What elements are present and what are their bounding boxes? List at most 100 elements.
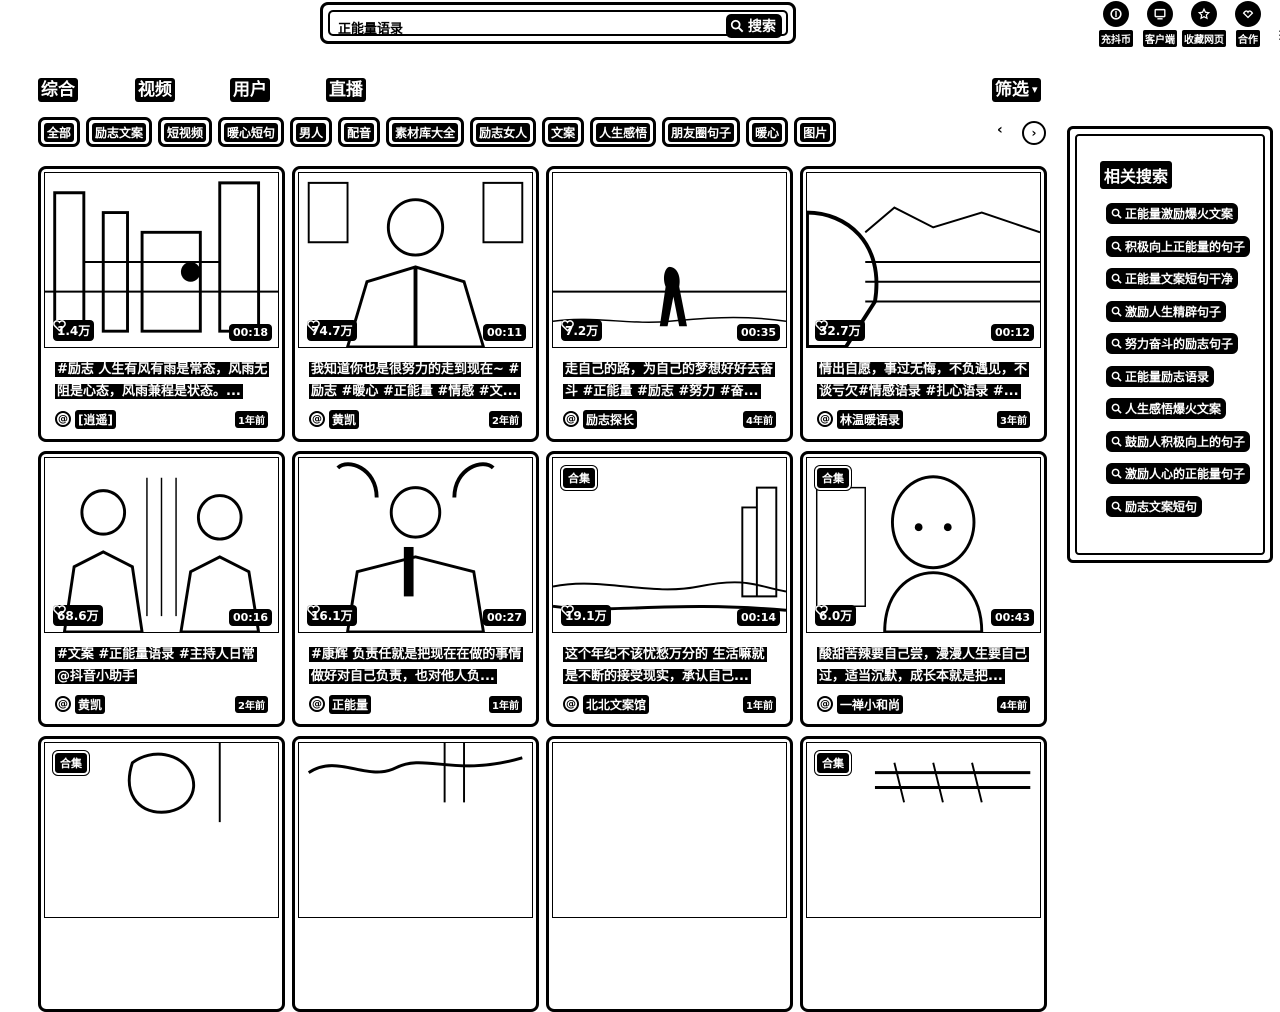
author-name: 林温暖语录: [837, 409, 904, 429]
author-link[interactable]: @ 林温暖语录: [817, 409, 904, 429]
search-bar: 搜索: [320, 2, 796, 44]
publish-time: 4年前: [743, 410, 776, 428]
related-search-item[interactable]: 努力奋斗的励志句子: [1106, 333, 1250, 366]
video-thumbnail: 32.7万 00:12: [806, 172, 1041, 348]
chip[interactable]: 配音: [338, 117, 381, 147]
chip[interactable]: 人生感悟: [590, 117, 657, 147]
related-search-label: 积极向上正能量的句子: [1125, 239, 1246, 254]
related-search-item[interactable]: 正能量激励爆火文案: [1106, 203, 1250, 236]
chip[interactable]: 素材库大全: [386, 117, 465, 147]
chevron-left-icon[interactable]: ‹: [997, 122, 1003, 138]
chip[interactable]: 励志女人: [470, 117, 537, 147]
bookmark-button[interactable]: 收藏网页: [1182, 0, 1226, 47]
at-icon: @: [563, 411, 579, 427]
related-search-item[interactable]: 积极向上正能量的句子: [1106, 235, 1251, 269]
video-card[interactable]: 合集: [800, 736, 1047, 1012]
filter-button[interactable]: 筛选 ▾: [992, 78, 1041, 102]
related-search-item[interactable]: 鼓励人积极向上的句子: [1106, 430, 1251, 464]
video-card[interactable]: 7.2万 00:35 走自己的路，为自己的梦想好好去奋斗 #正能量 #励志 #努…: [546, 166, 793, 442]
video-card[interactable]: 74.7万 00:11 我知道你也是很努力的走到现在~ #励志 #暖心 #正能量…: [292, 166, 539, 442]
author-name: 黄凯: [75, 694, 106, 714]
chip[interactable]: 暖心短句: [218, 117, 285, 147]
author-link[interactable]: @ 黄凯: [55, 694, 106, 714]
bookmark-label: 收藏网页: [1182, 30, 1226, 47]
chip[interactable]: 励志文案: [86, 117, 153, 147]
related-search-label: 人生感悟爆火文案: [1125, 402, 1222, 416]
video-thumbnail: 合集 19.1万 00:14: [552, 457, 787, 633]
related-search-label: 激励人生精辟句子: [1125, 304, 1222, 319]
search-icon: [1111, 436, 1122, 447]
related-search-item[interactable]: 激励人心的正能量句子: [1106, 463, 1251, 496]
video-description-text: 走自己的路，为自己的梦想好好去奋斗 #正能量 #励志 #努力 #奋...: [563, 362, 776, 399]
video-card[interactable]: 68.6万 00:16 #文案 #正能量语录 #主持人日常 @抖音小助手 @ 黄凯…: [38, 451, 285, 727]
card-meta: @ 北北文案馆 1年前: [563, 694, 776, 714]
publish-time: 1年前: [743, 695, 776, 713]
video-card[interactable]: 32.7万 00:12 情出自愿，事过无悔，不负遇见，不谈亏欠#情感语录 #扎心…: [800, 166, 1047, 442]
search-button[interactable]: 搜索: [726, 14, 782, 38]
author-link[interactable]: @ [逍遥]: [55, 409, 116, 429]
chip[interactable]: 男人: [290, 117, 333, 147]
chip-label: 人生感悟: [596, 122, 651, 142]
client-button[interactable]: 客户端: [1138, 0, 1182, 47]
heart-icon: [561, 605, 574, 617]
related-search-label: 励志文案短句: [1125, 499, 1198, 514]
related-search-item[interactable]: 人生感悟爆火文案: [1106, 398, 1250, 431]
chip-label: 朋友圈句子: [668, 122, 735, 142]
tab-user[interactable]: 用户: [230, 78, 270, 102]
heart-icon: [53, 605, 66, 617]
chip-label: 暖心短句: [224, 122, 279, 142]
tag-chips: 全部 励志文案 短视频 暖心短句 男人 配音 素材库大全 励志女人 文案 人生感…: [38, 117, 837, 147]
video-card[interactable]: [292, 736, 539, 1012]
like-count: 1.4万: [53, 320, 95, 341]
chip[interactable]: 文案: [542, 117, 585, 147]
chevron-right-icon[interactable]: ›: [1022, 121, 1046, 145]
chip[interactable]: 暖心: [746, 117, 789, 147]
heart-icon: [53, 320, 66, 332]
video-description: 情出自愿，事过无悔，不负遇见，不谈亏欠#情感语录 #扎心语录 #...: [817, 359, 1031, 403]
author-name: 正能量: [329, 694, 372, 714]
video-thumbnail: 68.6万 00:16: [44, 457, 279, 633]
author-link[interactable]: @ 励志探长: [563, 409, 638, 429]
author-link[interactable]: @ 黄凯: [309, 409, 360, 429]
chip[interactable]: 图片: [794, 117, 837, 147]
heart-icon: [815, 605, 828, 617]
related-search-label: 正能量励志语录: [1125, 369, 1210, 384]
cooperate-button[interactable]: 合作: [1226, 0, 1270, 47]
chip[interactable]: 朋友圈句子: [662, 117, 741, 147]
video-card[interactable]: 1.4万 00:18 #励志 人生有风有雨是常态，风雨无阻是心态，风雨兼程是状态…: [38, 166, 285, 442]
video-card[interactable]: 合集: [38, 736, 285, 1012]
chip[interactable]: 短视频: [158, 117, 213, 147]
video-card[interactable]: 16.1万 00:27 #康辉 负责任就是把现在在做的事情做好对自己负责，也对他…: [292, 451, 539, 727]
video-card[interactable]: 合集 6.0万 00:43 酸甜苦辣要自己尝，漫漫人生要自己过，适当沉默，成长本…: [800, 451, 1047, 727]
video-description: #文案 #正能量语录 #主持人日常 @抖音小助手: [55, 644, 269, 688]
video-duration: 00:16: [228, 609, 272, 626]
related-search-item[interactable]: 励志文案短句: [1106, 495, 1250, 529]
video-thumbnail: 合集: [44, 742, 279, 918]
collection-badge-text: 合集: [60, 757, 82, 770]
author-link[interactable]: @ 北北文案馆: [563, 694, 650, 714]
more-icon[interactable]: ⋮: [1274, 28, 1280, 42]
video-description: 走自己的路，为自己的梦想好好去奋斗 #正能量 #励志 #努力 #奋...: [563, 359, 777, 403]
tab-all[interactable]: 综合: [38, 78, 78, 102]
author-link[interactable]: @ 一禅小和尚: [817, 694, 904, 714]
video-thumbnail: 合集 6.0万 00:43: [806, 457, 1041, 633]
video-description-text: #康辉 负责任就是把现在在做的事情做好对自己负责，也对他人负...: [309, 647, 523, 684]
video-card[interactable]: 合集 19.1万 00:14 这个年纪不该忧愁万分的 生活嘛就是不断的接受现实，…: [546, 451, 793, 727]
video-duration: 00:12: [990, 324, 1034, 341]
related-search-item[interactable]: 正能量文案短句干净: [1106, 268, 1250, 301]
search-box: 搜索: [328, 10, 788, 38]
chip-all[interactable]: 全部: [38, 117, 81, 147]
chip-label: 短视频: [164, 122, 207, 142]
tab-video[interactable]: 视频: [135, 78, 175, 102]
author-link[interactable]: @ 正能量: [309, 694, 372, 714]
search-input[interactable]: [338, 17, 718, 37]
video-card[interactable]: [546, 736, 793, 1012]
search-icon: [1111, 241, 1122, 252]
card-meta: @ 林温暖语录 3年前: [817, 409, 1030, 429]
like-count: 19.1万: [561, 605, 611, 626]
collection-badge-text: 合集: [822, 757, 844, 770]
recharge-button[interactable]: 充抖币: [1094, 0, 1138, 47]
tab-live[interactable]: 直播: [326, 78, 366, 102]
related-search-item[interactable]: 正能量励志语录: [1106, 365, 1250, 399]
related-search-item[interactable]: 激励人生精辟句子: [1106, 300, 1250, 334]
